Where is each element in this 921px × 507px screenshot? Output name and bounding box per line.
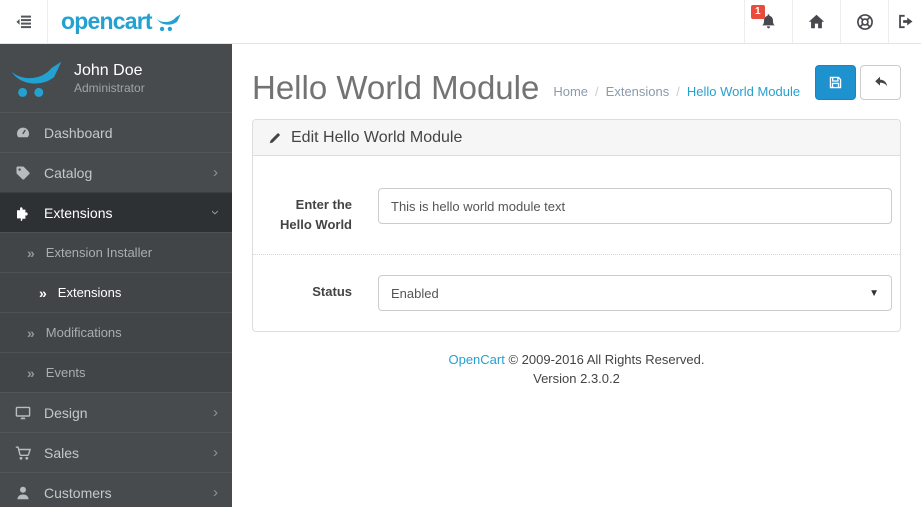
support-button[interactable] xyxy=(840,0,888,43)
opencart-footer-link[interactable]: OpenCart xyxy=(448,352,504,367)
main-row: John Doe Administrator Dashboard Catalog… xyxy=(0,44,921,507)
home-icon xyxy=(808,13,825,30)
sign-out-icon xyxy=(897,13,914,30)
sidebar-item-customers[interactable]: Customers › xyxy=(0,472,232,507)
status-control: Enabled ▼ xyxy=(378,275,892,311)
chevron-down-icon: › xyxy=(207,210,224,215)
back-reply-icon xyxy=(873,74,889,90)
life-ring-icon xyxy=(856,13,874,31)
indent-menu-icon xyxy=(15,14,33,30)
chevron-right-icon: › xyxy=(213,164,218,181)
sidebar-item-extension-installer[interactable]: » Extension Installer xyxy=(0,232,232,272)
pencil-icon xyxy=(268,131,282,145)
breadcrumb: Home / Extensions / Hello World Module xyxy=(553,84,800,106)
profile-text: John Doe Administrator xyxy=(74,61,145,96)
page-header: Hello World Module Home / Extensions / H… xyxy=(252,44,901,106)
hello-world-text-input[interactable] xyxy=(378,188,892,224)
logout-button[interactable] xyxy=(888,0,921,43)
version-text: Version 2.3.0.2 xyxy=(533,371,620,386)
breadcrumb-home[interactable]: Home xyxy=(553,84,588,99)
sidebar-item-events[interactable]: » Events xyxy=(0,352,232,392)
sidebar-item-label: Events xyxy=(45,365,86,380)
sidebar-item-label: Extension Installer xyxy=(45,245,153,260)
sidebar-item-label: Dashboard xyxy=(44,124,113,141)
profile-name: John Doe xyxy=(74,61,143,79)
sidebar-item-dashboard[interactable]: Dashboard xyxy=(0,112,232,152)
panel-body: Enter the Hello World Status Enabled ▼ xyxy=(253,156,900,331)
logo-text: opencart xyxy=(61,8,153,34)
page-actions xyxy=(815,64,901,102)
opencart-logo[interactable]: opencart xyxy=(61,0,182,43)
chevron-right-icon: › xyxy=(213,444,218,461)
sidebar-item-extensions-sub[interactable]: » Extensions xyxy=(0,272,232,312)
angle-double-right-icon: » xyxy=(27,364,35,381)
cart-swoosh-icon-large xyxy=(10,55,64,101)
back-button[interactable] xyxy=(860,64,901,100)
chevron-right-icon: › xyxy=(213,404,218,421)
cart-swoosh-icon xyxy=(156,11,182,33)
sidebar-item-extensions[interactable]: Extensions › xyxy=(0,192,232,232)
opencart-admin: opencart 1 John Doe Administrator Dashbo… xyxy=(0,0,921,507)
angle-double-right-icon: » xyxy=(27,244,35,261)
status-label: Status xyxy=(312,284,352,299)
edit-module-panel: Edit Hello World Module Enter the Hello … xyxy=(252,119,901,332)
breadcrumb-separator: / xyxy=(595,84,599,99)
page-footer: OpenCart © 2009-2016 All Rights Reserved… xyxy=(252,350,901,388)
dashboard-icon xyxy=(14,125,32,141)
main-content: Hello World Module Home / Extensions / H… xyxy=(232,44,921,507)
home-button[interactable] xyxy=(792,0,840,43)
status-select[interactable]: Enabled ▼ xyxy=(378,275,892,311)
sidebar-toggle-button[interactable] xyxy=(0,0,48,43)
panel-heading: Edit Hello World Module xyxy=(253,120,900,156)
monitor-icon xyxy=(14,405,32,421)
save-floppy-icon xyxy=(828,75,843,90)
hello-world-text-group: Enter the Hello World xyxy=(253,168,900,254)
profile-role: Administrator xyxy=(74,81,145,96)
sidebar-item-design[interactable]: Design › xyxy=(0,392,232,432)
sidebar-item-label: Customers xyxy=(44,484,112,501)
shopping-cart-icon xyxy=(14,445,32,461)
sidebar-nav: Dashboard Catalog › Extensions › » Exten… xyxy=(0,112,232,507)
sidebar-item-catalog[interactable]: Catalog › xyxy=(0,152,232,192)
copyright-text: © 2009-2016 All Rights Reserved. xyxy=(508,352,705,367)
status-selected-value: Enabled xyxy=(391,285,439,301)
topbar: opencart 1 xyxy=(0,0,921,44)
select-caret-icon: ▼ xyxy=(869,287,879,299)
panel-heading-title: Edit Hello World Module xyxy=(291,128,463,146)
hello-world-text-control xyxy=(378,188,892,234)
breadcrumb-current[interactable]: Hello World Module xyxy=(687,84,800,99)
sidebar-item-label: Extensions xyxy=(44,204,113,221)
breadcrumb-separator: / xyxy=(676,84,680,99)
angle-double-right-icon: » xyxy=(27,324,35,341)
sidebar-item-sales[interactable]: Sales › xyxy=(0,432,232,472)
copyright-line: OpenCart © 2009-2016 All Rights Reserved… xyxy=(252,350,901,369)
sidebar-item-label: Catalog xyxy=(44,164,93,181)
save-button[interactable] xyxy=(815,64,856,100)
status-group: Status Enabled ▼ xyxy=(253,254,900,331)
sidebar-item-label: Extensions xyxy=(57,285,122,300)
hello-world-text-label: Enter the Hello World xyxy=(280,197,352,232)
tag-icon xyxy=(14,165,32,181)
sidebar-item-label: Design xyxy=(44,404,88,421)
user-profile[interactable]: John Doe Administrator xyxy=(0,44,232,112)
page-title: Hello World Module xyxy=(252,69,540,107)
breadcrumb-extensions[interactable]: Extensions xyxy=(606,84,670,99)
puzzle-icon xyxy=(14,205,32,221)
sidebar-item-label: Modifications xyxy=(45,325,122,340)
chevron-right-icon: › xyxy=(213,484,218,501)
sidebar-item-modifications[interactable]: » Modifications xyxy=(0,312,232,352)
sidebar-item-label: Sales xyxy=(44,444,80,461)
sidebar: John Doe Administrator Dashboard Catalog… xyxy=(0,44,232,507)
angle-double-right-icon: » xyxy=(39,284,47,301)
notifications-button[interactable]: 1 xyxy=(744,0,792,43)
user-icon xyxy=(14,485,32,501)
notification-badge: 1 xyxy=(751,5,765,19)
